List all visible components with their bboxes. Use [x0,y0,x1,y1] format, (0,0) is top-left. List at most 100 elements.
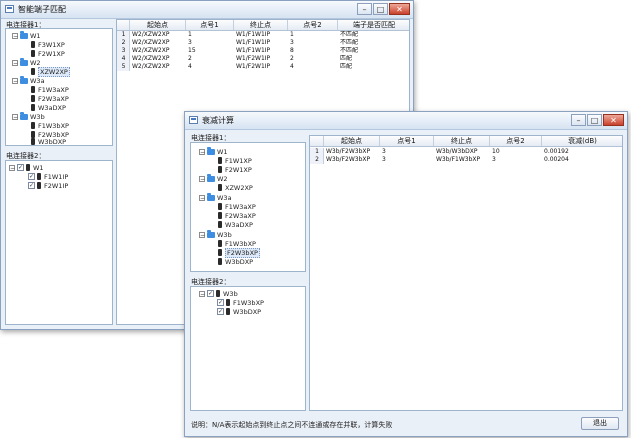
tree-node-w3b[interactable]: − W3b [199,229,232,239]
table-row[interactable]: 1 W2/XZW2XP 1 W1/F1W1IP 1 不匹配 [117,31,409,39]
column-header[interactable]: 衰减(dB) [542,136,622,146]
title-bar[interactable]: 智能端子匹配 – □ ✕ [1,1,413,19]
collapse-toggle[interactable]: − [199,194,205,201]
minimize-button[interactable]: – [571,114,586,126]
checkbox[interactable]: ✓ [217,299,224,306]
folder-icon [20,75,28,84]
tree-root[interactable]: − ✓ W3b [199,289,238,298]
collapse-toggle[interactable]: − [9,164,15,171]
tree-leaf[interactable]: ✓ W3bDXP [217,307,261,316]
collapse-toggle[interactable]: − [12,59,18,66]
tree-node-w2[interactable]: − W2 [12,57,41,67]
tree-leaf[interactable]: F2W1XP [31,49,65,58]
collapse-toggle[interactable]: − [199,231,205,238]
column-header[interactable]: 起始点 [130,20,186,30]
tree-node-w3a[interactable]: − W3a [12,75,45,85]
connector-icon [31,104,35,111]
connector-icon [218,203,222,210]
tree-group-label: W1 [217,147,228,156]
table-row[interactable]: 5 W2/XZW2XP 4 W1/F2W1IP 4 匹配 [117,63,409,71]
column-header[interactable]: 起始点 [324,136,380,146]
checkbox[interactable]: ✓ [217,308,224,315]
table-row[interactable]: 4 W2/XZW2XP 2 W1/F2W1IP 2 匹配 [117,55,409,63]
tree-leaf[interactable]: W3bDXP [218,257,253,266]
tree-root-label: W1 [33,163,44,172]
match-cell: 不匹配 [340,47,359,54]
tree-leaf[interactable]: ✓ F2W1IP [28,181,68,190]
tree-leaf[interactable]: W3bDXP [31,137,66,145]
maximize-button[interactable]: □ [587,114,602,126]
column-header[interactable]: 点号1 [380,136,434,146]
start-point-cell: W2/XZW2XP [132,63,170,70]
exit-button[interactable]: 退出 [581,417,619,430]
tree-root[interactable]: − ✓ W1 [9,163,44,172]
column-header[interactable]: 点号2 [288,20,338,30]
tree-node-w3a[interactable]: − W3a [199,192,232,202]
start-point-cell: W2/XZW2XP [132,47,170,54]
table-row[interactable]: 3 W2/XZW2XP 15 W1/F1W1IP 8 不匹配 [117,47,409,55]
checkbox[interactable]: ✓ [28,173,35,180]
collapse-toggle[interactable]: − [199,148,205,155]
connector-icon [218,212,222,219]
column-header[interactable]: 终止点 [434,136,490,146]
tree-leaf[interactable]: F1W3aXP [218,202,256,211]
column-header[interactable]: 点号1 [186,20,234,30]
connector-icon [26,164,30,171]
point2-cell: 4 [290,63,294,70]
corner-cell [117,20,130,30]
table-row[interactable]: 1 W3b/F2W3bXP 3 W3b/W3bDXP 10 0.00192 [310,148,622,156]
tree-node-w1[interactable]: − W1 [12,30,41,40]
title-bar[interactable]: 衰减计算 – □ ✕ [185,112,627,130]
tree-leaf-selected[interactable]: XZW2XP [31,66,70,77]
connector1-tree[interactable]: − W1 F1W1XP F2W1XP − W2 XZW2XP − W3a F1W… [190,142,306,272]
collapse-toggle[interactable]: − [199,290,205,297]
row-number: 2 [117,39,130,47]
checkbox[interactable]: ✓ [28,182,35,189]
tree-group-label: W2 [30,58,41,67]
tree-node-w3b[interactable]: − W3b [12,111,45,121]
start-point-cell: W2/XZW2XP [132,55,170,62]
close-button[interactable]: ✕ [389,3,410,15]
column-header[interactable]: 端子是否匹配 [338,20,409,30]
collapse-toggle[interactable]: − [12,77,18,84]
table-row[interactable]: 2 W2/XZW2XP 3 W1/F1W1IP 3 不匹配 [117,39,409,47]
maximize-button[interactable]: □ [373,3,388,15]
tree-leaf[interactable]: ✓ F1W1IP [28,172,68,181]
tree-node-w1[interactable]: − W1 [199,146,228,156]
tree-leaf[interactable]: F1W3aXP [31,85,69,94]
connector1-tree[interactable]: − W1 F3W1XP F2W1XP − W2 XZW2XP − W3a F1W… [5,28,113,146]
close-button[interactable]: ✕ [603,114,624,126]
collapse-toggle[interactable]: − [12,113,18,120]
tree-leaf[interactable]: F1W3bXP [31,121,69,130]
collapse-toggle[interactable]: − [199,175,205,182]
tree-node-w2[interactable]: − W2 [199,173,228,183]
column-header[interactable]: 终止点 [234,20,288,30]
tree-leaf[interactable]: W3aDXP [31,103,66,112]
connector2-tree[interactable]: − ✓ W3b ✓ F1W3bXP ✓ W3bDXP [190,286,306,411]
table-row[interactable]: 2 W3b/F2W3bXP 3 W3b/F1W3bXP 3 0.00204 [310,156,622,164]
attenuation-result-table[interactable]: 起始点 点号1 终止点 点号2 衰减(dB) 1 W3b/F2W3bXP 3 W… [309,135,623,411]
tree-leaf[interactable]: F3W1XP [31,40,65,49]
tree-leaf[interactable]: F2W1XP [218,165,252,174]
tree-leaf[interactable]: ✓ F1W3bXP [217,298,264,307]
tree-leaf[interactable]: F1W1XP [218,156,252,165]
start-point-cell: W3b/F2W3bXP [326,148,371,155]
tree-leaf-label: W3aDXP [38,103,66,112]
collapse-toggle[interactable]: − [12,32,18,39]
point2-cell: 10 [492,148,500,155]
tree-leaf[interactable]: F2W3aXP [31,94,69,103]
minimize-button[interactable]: – [357,3,372,15]
tree-leaf-selected[interactable]: F2W3bXP [218,247,260,258]
tree-leaf[interactable]: W3aDXP [218,220,253,229]
tree-leaf[interactable]: F2W3aXP [218,211,256,220]
checkbox[interactable]: ✓ [207,290,214,297]
tree-group-label: W2 [217,174,228,183]
tree-leaf[interactable]: XZW2XP [218,183,253,192]
connector2-tree[interactable]: − ✓ W1 ✓ F1W1IP ✓ F2W1IP [5,160,113,325]
connector-icon [37,182,41,189]
tree-group-label: W3a [30,76,45,85]
checkbox[interactable]: ✓ [17,164,24,171]
column-header[interactable]: 点号2 [490,136,542,146]
match-cell: 匹配 [340,63,353,70]
point1-cell: 4 [188,63,192,70]
